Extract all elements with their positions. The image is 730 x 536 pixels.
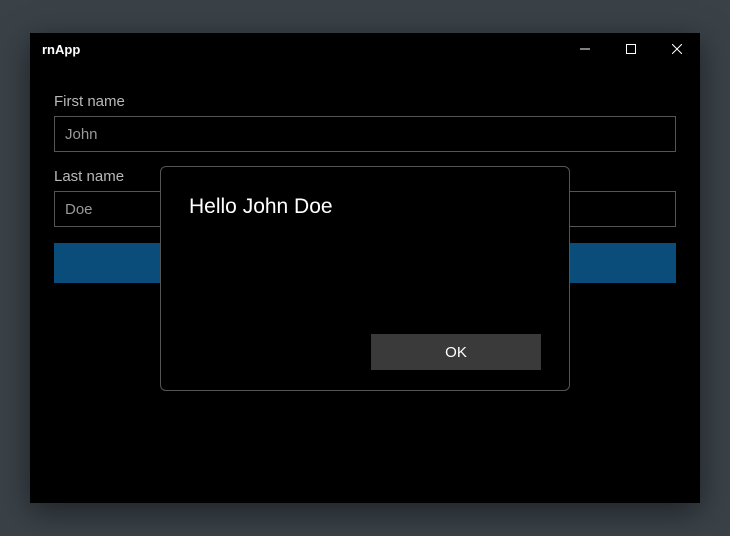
message-dialog: Hello John Doe OK xyxy=(160,166,570,391)
close-icon xyxy=(672,44,682,54)
window-controls xyxy=(562,33,700,65)
maximize-button[interactable] xyxy=(608,33,654,65)
app-window: rnApp First name Last name Hello John Do… xyxy=(30,33,700,503)
ok-button[interactable]: OK xyxy=(371,334,541,370)
first-name-input[interactable] xyxy=(54,116,676,152)
maximize-icon xyxy=(626,44,636,54)
minimize-icon xyxy=(580,44,590,54)
close-button[interactable] xyxy=(654,33,700,65)
titlebar: rnApp xyxy=(30,33,700,65)
first-name-label: First name xyxy=(54,93,676,110)
dialog-message: Hello John Doe xyxy=(189,195,541,219)
dialog-actions: OK xyxy=(189,334,541,370)
window-title: rnApp xyxy=(42,42,80,57)
minimize-button[interactable] xyxy=(562,33,608,65)
